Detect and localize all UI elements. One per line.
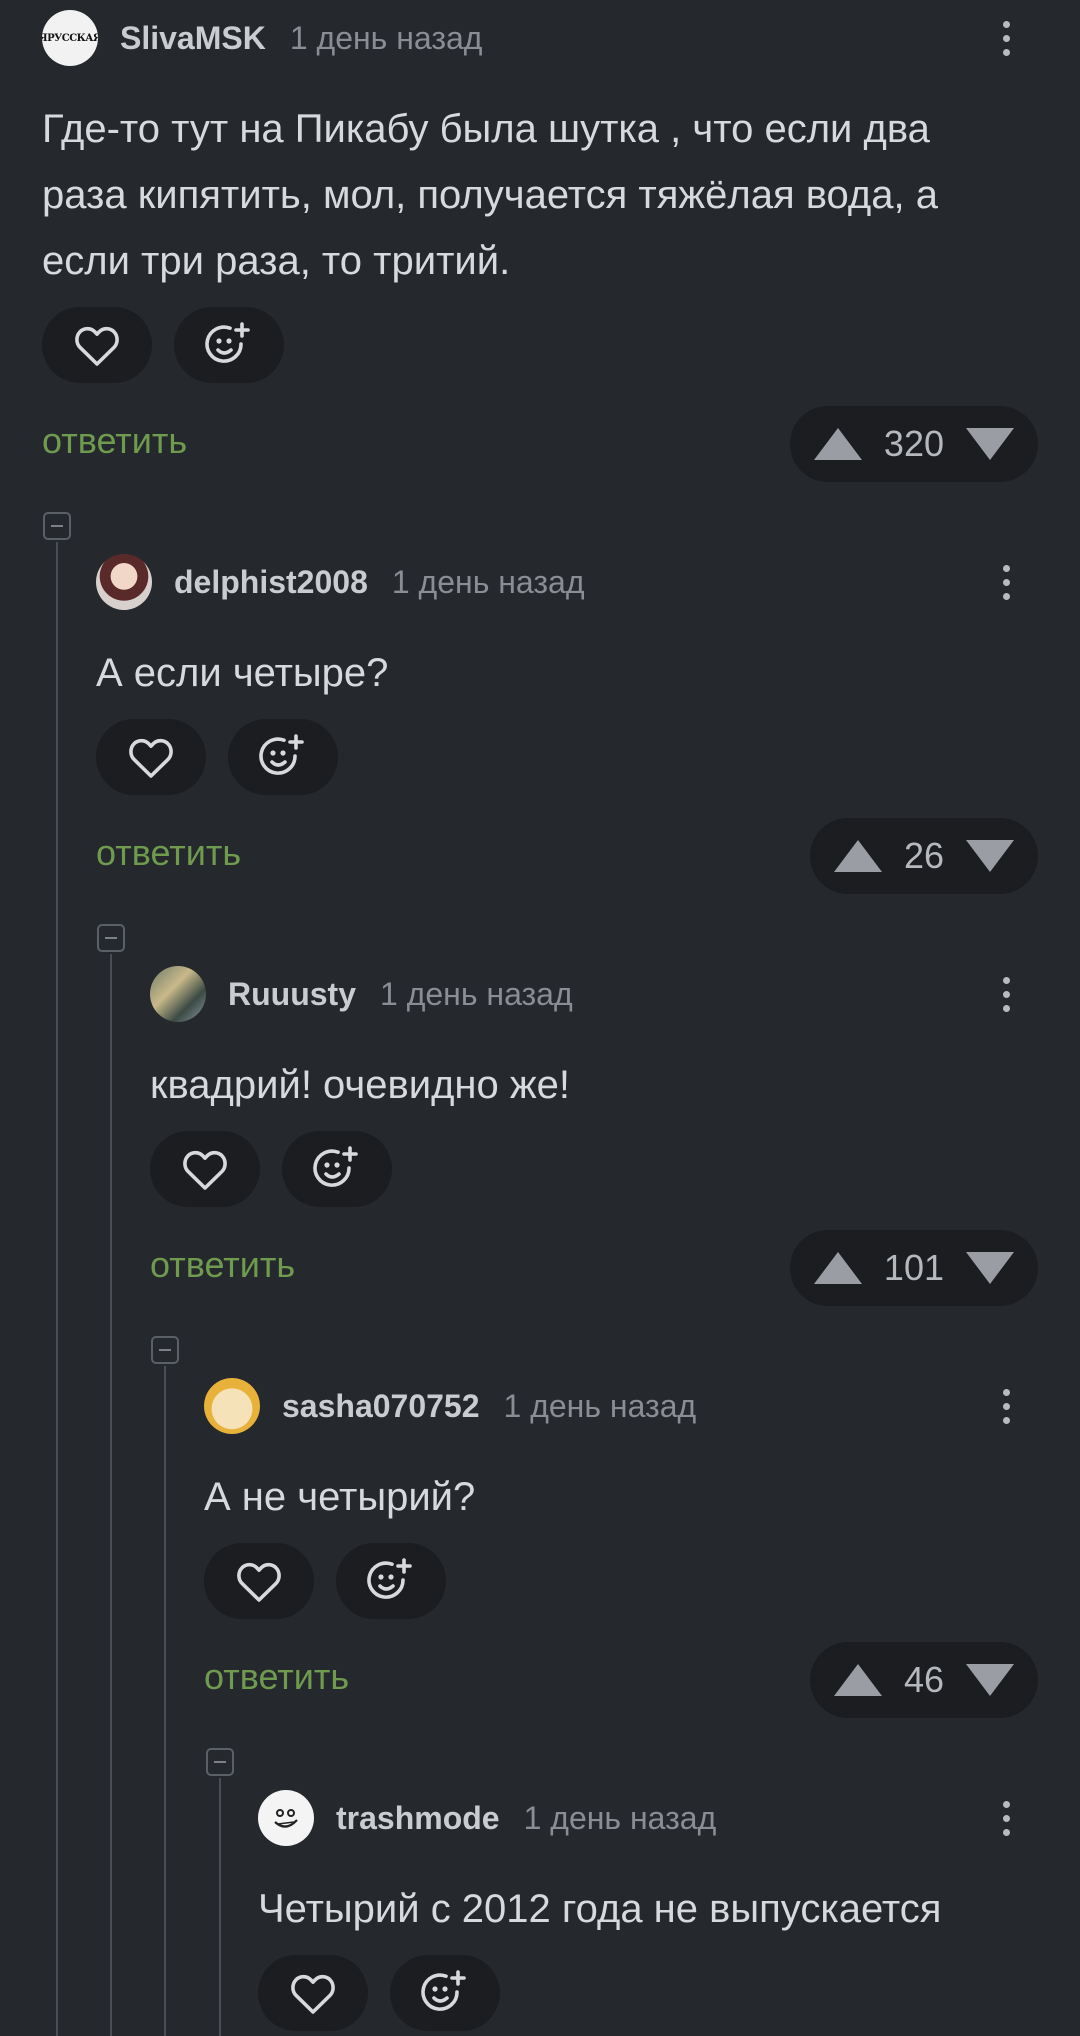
comment-text-line: если три раза, то тритий. — [42, 239, 511, 283]
add-emoji-icon — [205, 322, 250, 363]
heart-icon — [75, 326, 119, 366]
rating-count: 46 — [903, 1659, 944, 1700]
more-options-icon[interactable] — [982, 1382, 1030, 1430]
collapse-thread-button[interactable] — [151, 1336, 179, 1364]
more-options-icon[interactable] — [982, 970, 1030, 1018]
upvote-icon[interactable] — [813, 1252, 862, 1284]
downvote-icon[interactable] — [966, 428, 1014, 460]
username[interactable]: Ruuusty — [228, 976, 356, 1013]
collapse-thread-button[interactable] — [97, 924, 125, 952]
downvote-icon[interactable] — [966, 840, 1014, 872]
vote-control: 101 — [789, 1230, 1038, 1306]
rating-count: 101 — [883, 1247, 944, 1288]
thread-line — [110, 954, 112, 2036]
username[interactable]: trashmode — [336, 1800, 500, 1837]
comment-header: Ruuusty 1 день назад — [150, 966, 573, 1022]
comment-header: ЯРУССКАЯ SlivaMSK 1 день назад — [42, 10, 482, 66]
downvote-icon[interactable] — [966, 1664, 1014, 1696]
rating-count: 320 — [883, 423, 944, 464]
upvote-icon[interactable] — [833, 1664, 882, 1696]
thread-line — [219, 1778, 221, 2036]
timestamp: 1 день назад — [391, 563, 585, 600]
vote-control: 320 — [789, 406, 1038, 482]
reply-button[interactable]: ответить — [204, 1656, 349, 1698]
like-button[interactable] — [204, 1543, 314, 1619]
comment-text-line: А не четырий? — [204, 1475, 476, 1519]
like-button[interactable] — [258, 1955, 368, 2031]
timestamp: 1 день назад — [289, 19, 483, 56]
username[interactable]: sasha070752 — [282, 1388, 480, 1425]
comment-header: trashmode 1 день назад — [258, 1790, 716, 1846]
add-reaction-button[interactable] — [228, 719, 338, 795]
heart-icon — [183, 1150, 227, 1190]
like-button[interactable] — [42, 307, 152, 383]
add-reaction-button[interactable] — [282, 1131, 392, 1207]
more-options-icon[interactable] — [982, 558, 1030, 606]
trollface-avatar-icon — [274, 1809, 298, 1828]
comment-header: delphist2008 1 день назад — [96, 554, 585, 610]
upvote-icon[interactable] — [813, 428, 862, 460]
reply-button[interactable]: ответить — [96, 832, 241, 874]
username[interactable]: SlivaMSK — [120, 20, 266, 57]
comment-text-line: раза кипятить, мол, получается тяжёлая в… — [42, 173, 938, 217]
avatar[interactable] — [204, 1378, 260, 1434]
username[interactable]: delphist2008 — [174, 564, 368, 601]
add-emoji-icon — [421, 1970, 466, 2011]
like-button[interactable] — [150, 1131, 260, 1207]
collapse-thread-button[interactable] — [206, 1748, 234, 1776]
comment-text-line: А если четыре? — [96, 651, 389, 695]
comment-text-line: Где-то тут на Пикабу была шутка , что ес… — [42, 107, 930, 151]
timestamp: 1 день назад — [523, 1799, 717, 1836]
avatar[interactable]: ЯРУССКАЯ — [42, 10, 98, 66]
avatar-logo-text: ЯРУССКАЯ — [42, 32, 98, 44]
timestamp: 1 день назад — [503, 1387, 697, 1424]
heart-icon — [129, 738, 173, 778]
add-reaction-button[interactable] — [390, 1955, 500, 2031]
vote-control: 46 — [809, 1642, 1038, 1718]
comment-text: А если четыре? — [96, 640, 388, 706]
avatar[interactable] — [96, 554, 152, 610]
vote-control: 26 — [809, 818, 1038, 894]
add-reaction-button[interactable] — [336, 1543, 446, 1619]
avatar[interactable] — [258, 1790, 314, 1846]
reply-button[interactable]: ответить — [150, 1244, 295, 1286]
heart-icon — [291, 1974, 335, 2014]
comment-text-line: Четырий с 2012 года не выпускается — [258, 1887, 942, 1931]
comment-text: А не четырий? — [204, 1464, 475, 1530]
rating-count: 26 — [903, 835, 944, 876]
add-emoji-icon — [313, 1146, 358, 1187]
avatar[interactable] — [150, 966, 206, 1022]
add-emoji-icon — [259, 734, 304, 775]
thread-line — [56, 542, 58, 2036]
collapse-thread-button[interactable] — [43, 512, 71, 540]
comment-text: квадрий! очевидно же! — [150, 1052, 570, 1118]
reply-button[interactable]: ответить — [42, 420, 187, 462]
heart-icon — [237, 1562, 281, 1602]
comment-text: Где-то тут на Пикабу была шутка , что ес… — [42, 96, 938, 294]
thread-line — [164, 1366, 166, 2036]
like-button[interactable] — [96, 719, 206, 795]
upvote-icon[interactable] — [833, 840, 882, 872]
comment-text: Четырий с 2012 года не выпускается — [258, 1876, 941, 1942]
timestamp: 1 день назад — [380, 975, 573, 1012]
more-options-icon[interactable] — [982, 14, 1030, 62]
comment-text-line: квадрий! очевидно же! — [150, 1063, 570, 1107]
add-emoji-icon — [367, 1558, 412, 1599]
more-options-icon[interactable] — [982, 1794, 1030, 1842]
add-reaction-button[interactable] — [174, 307, 284, 383]
comment-header: sasha070752 1 день назад — [204, 1378, 696, 1434]
downvote-icon[interactable] — [966, 1252, 1014, 1284]
